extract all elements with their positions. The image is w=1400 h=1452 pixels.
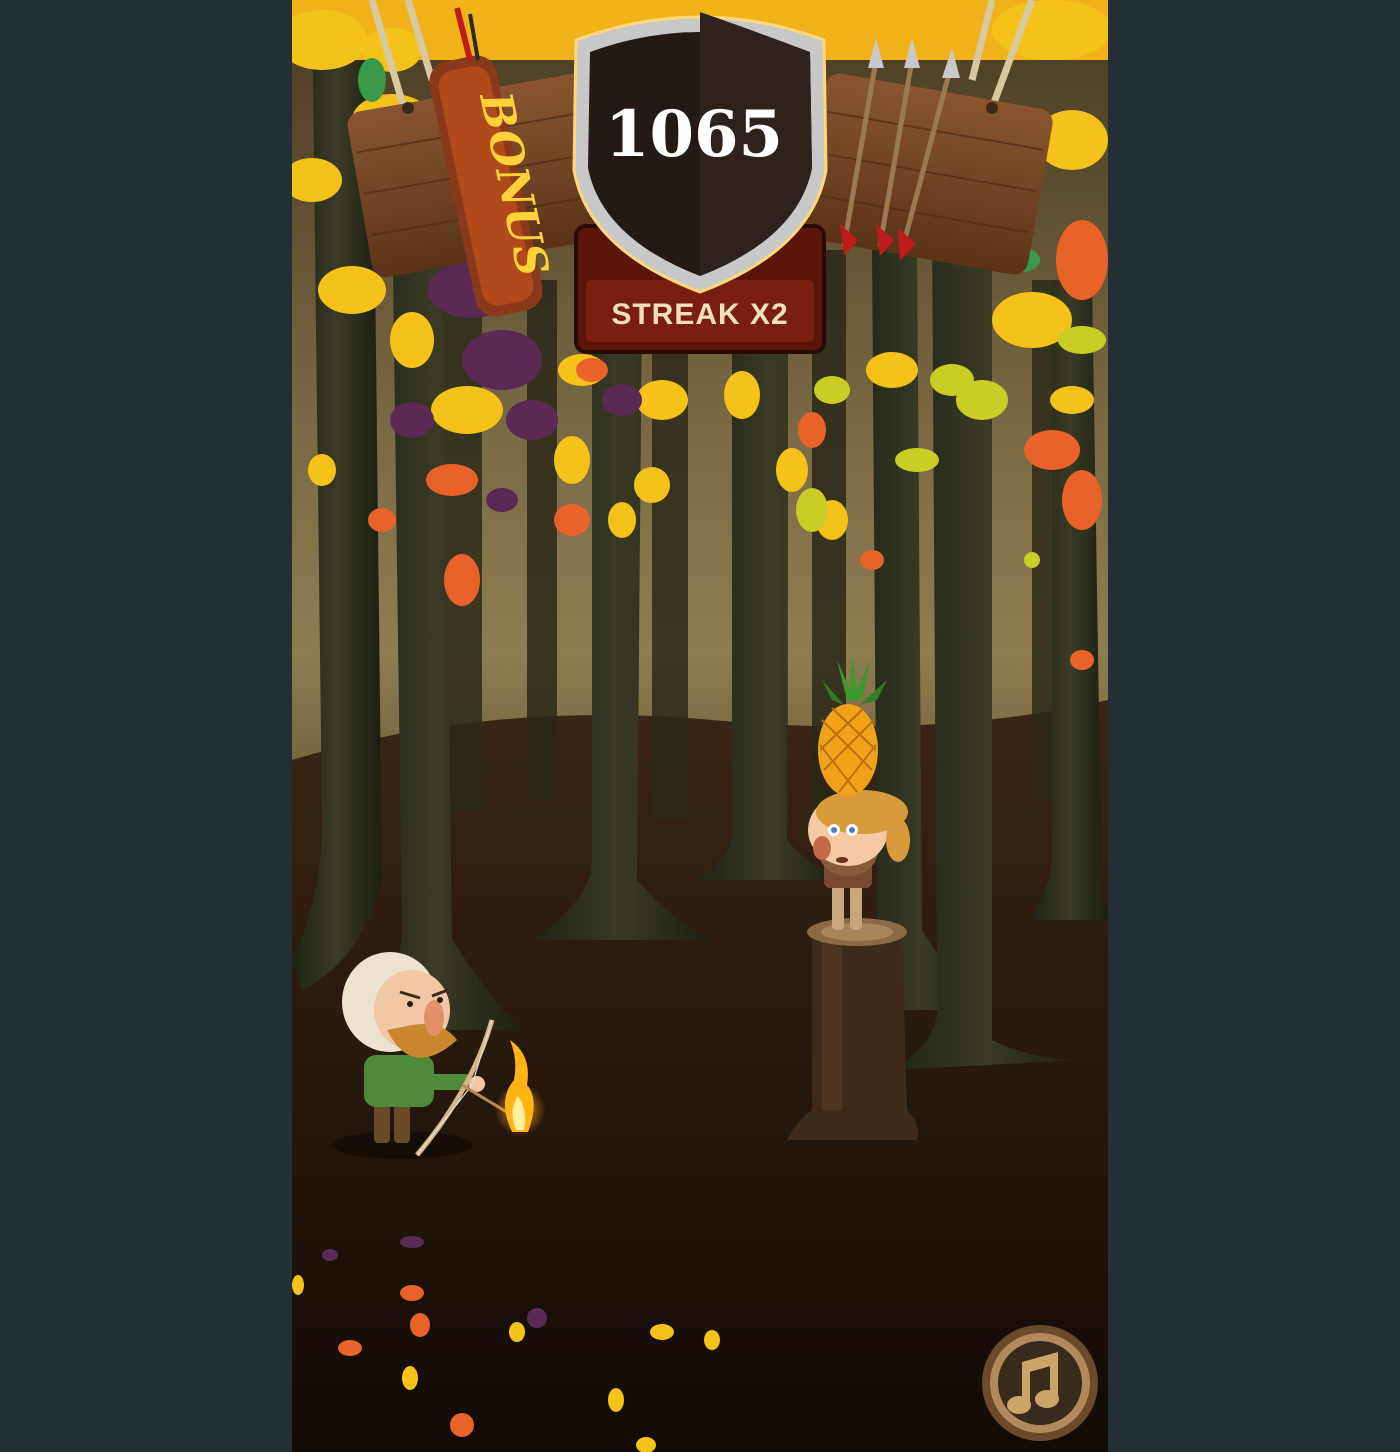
score-value: 1065 [605,97,783,172]
music-toggle-button[interactable] [982,1325,1098,1441]
streak-label: STREAK X2 [611,298,788,331]
game-canvas[interactable]: 1065 STREAK X2 BONUS [292,0,1108,1452]
forest-scene: 1065 STREAK X2 BONUS [292,0,1108,1452]
